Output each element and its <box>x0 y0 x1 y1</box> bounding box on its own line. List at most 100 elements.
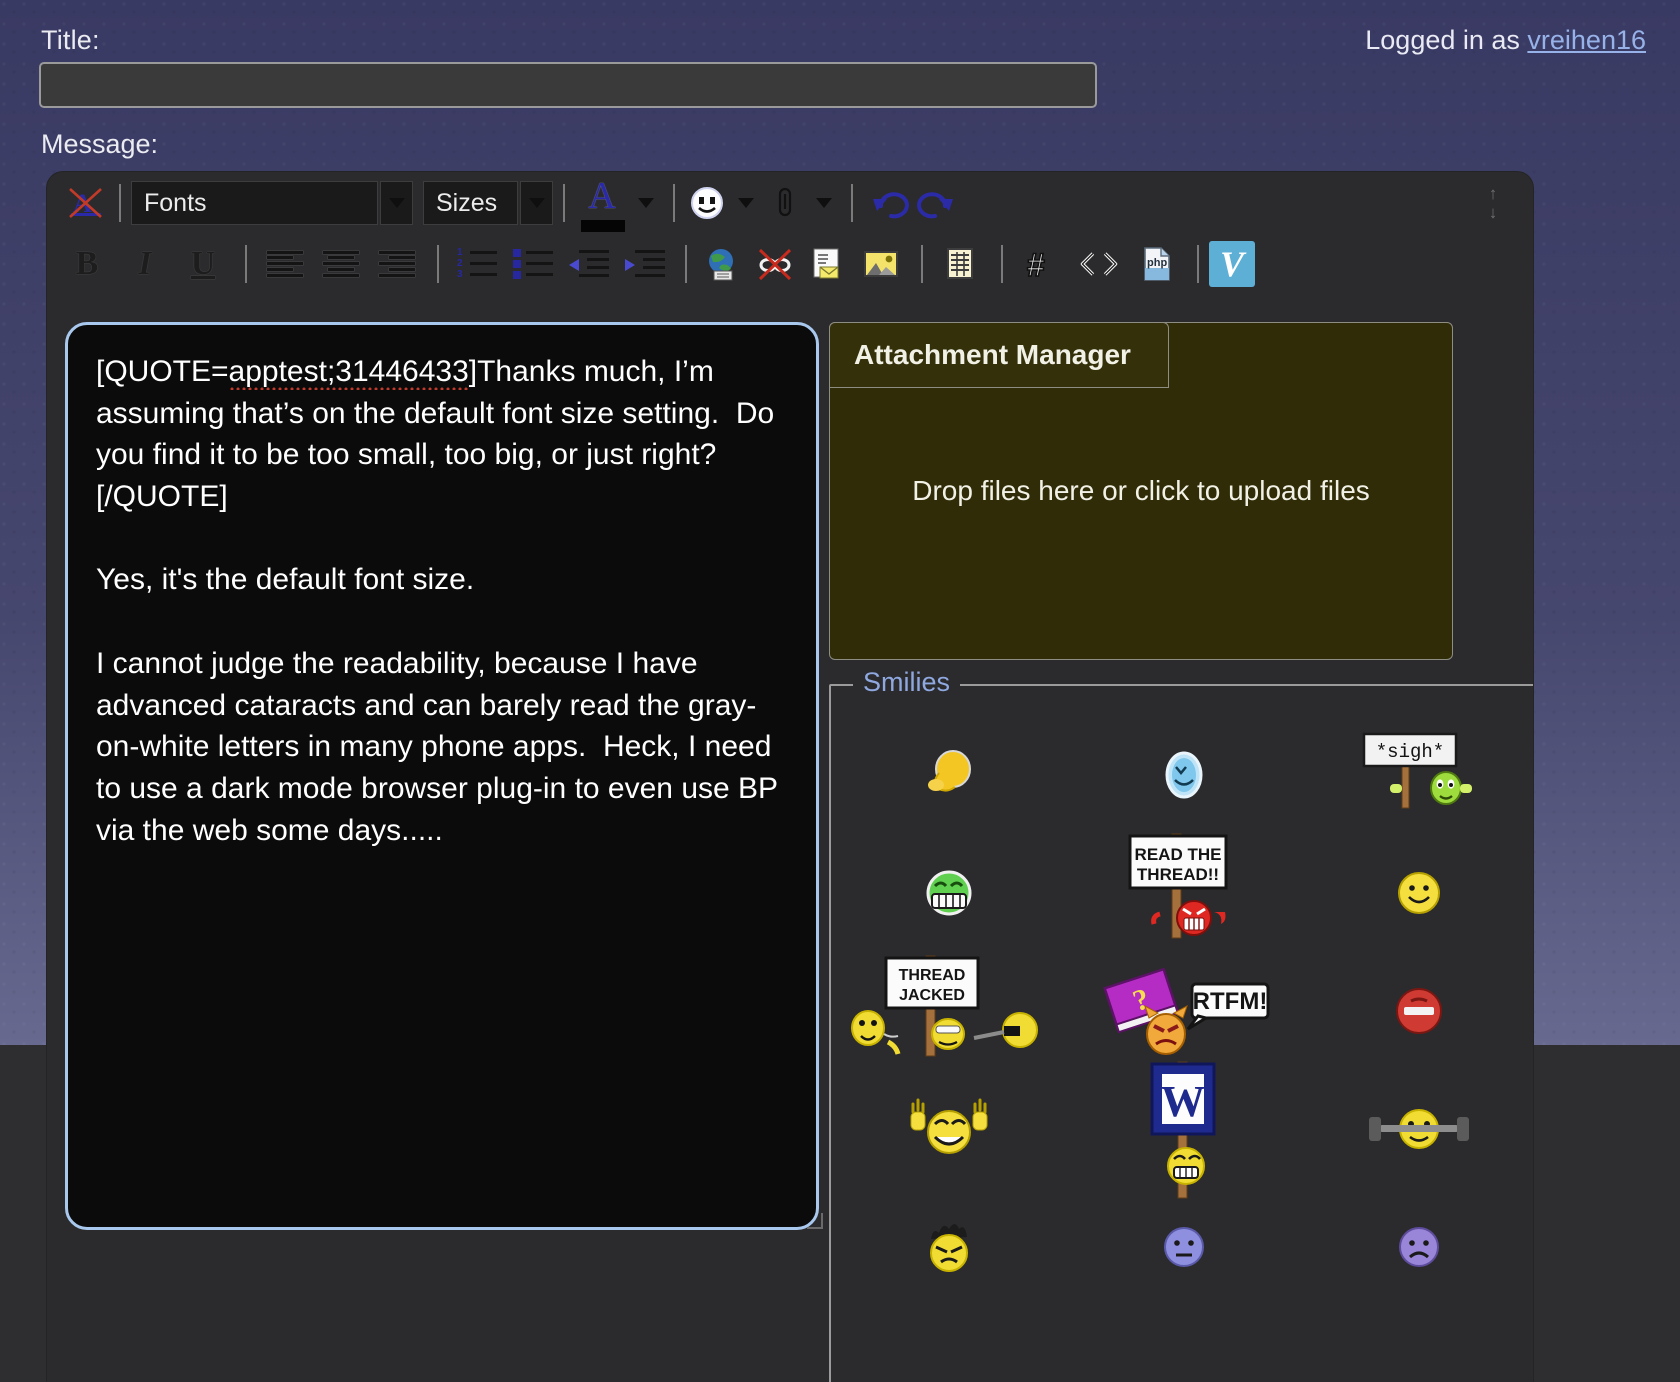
paperclip-glyph <box>778 187 792 217</box>
align-center-icon[interactable] <box>313 242 369 286</box>
insert-image-icon[interactable] <box>853 242 909 286</box>
font-family-select[interactable]: Fonts <box>131 181 378 225</box>
wysiwyg-editor: A Fonts Sizes A ↑ ↓ B I U 1 2 3 # # php … <box>47 172 1533 1382</box>
image-glyph <box>864 250 898 277</box>
align-left-glyph <box>267 250 303 277</box>
editor-work-area: [QUOTE=apptest;31446433]Thanks much, I’m… <box>47 318 1533 1382</box>
font-color-icon[interactable]: A <box>575 175 629 232</box>
smilie-angry-hair[interactable] <box>831 1188 1066 1306</box>
attachment-manager-title: Attachment Manager <box>854 339 1131 370</box>
thread-jacked-glyph: THREAD JACKED <box>850 955 1038 1057</box>
smilie-blue-neutral[interactable] <box>1066 1188 1301 1306</box>
svg-text:RTFM!: RTFM! <box>1193 988 1268 1015</box>
green-grin-glyph <box>926 870 972 916</box>
insert-code-icon[interactable] <box>1069 242 1129 286</box>
toolbar-row-2: B I U 1 2 3 # # php V <box>47 234 1533 293</box>
username-link[interactable]: vreihen16 <box>1527 25 1646 55</box>
toolbar-divider <box>563 184 565 222</box>
insert-php-icon[interactable]: php <box>1129 242 1185 286</box>
font-size-select[interactable]: Sizes <box>423 181 518 225</box>
ordered-list-glyph: 1 2 3 <box>457 247 497 279</box>
cheer-glyph <box>910 1098 988 1154</box>
smiley-dropdown-arrow[interactable] <box>729 181 763 225</box>
redo-arrow-glyph <box>917 192 953 219</box>
italic-label: I <box>138 244 152 282</box>
table-glyph <box>947 247 973 279</box>
insert-email-icon[interactable] <box>801 242 853 286</box>
attachment-dropzone-text: Drop files here or click to upload files <box>912 475 1370 506</box>
editor-resize-handle[interactable]: ↑ ↓ <box>1473 185 1513 222</box>
chevron-down-icon <box>388 198 405 208</box>
smilie-thread-jacked[interactable]: THREAD JACKED <box>831 952 1066 1070</box>
smilie-sigh-sign[interactable]: *sigh* <box>1302 716 1533 834</box>
svg-text:#: # <box>1027 247 1045 282</box>
font-color-letter: A <box>588 175 616 217</box>
toolbar-divider <box>1001 244 1003 283</box>
font-color-dropdown-arrow[interactable] <box>629 181 663 225</box>
stop-glyph <box>1396 988 1443 1034</box>
toolbar-row-1: A Fonts Sizes A ↑ ↓ <box>47 172 1533 234</box>
textarea-resize-grip[interactable] <box>807 1213 823 1229</box>
facepalm-glyph <box>927 750 971 792</box>
undo-icon[interactable] <box>869 181 913 225</box>
remove-link-icon[interactable] <box>749 242 801 286</box>
hash-glyph: # # <box>1026 246 1046 282</box>
smilies-panel: Smilies *sigh* READ THE THREAD!! THREAD … <box>829 667 1533 1382</box>
svg-text:W: W <box>1161 1077 1205 1126</box>
insert-hash-icon[interactable]: # # <box>1013 242 1069 286</box>
remove-formatting-icon[interactable]: A <box>65 181 109 225</box>
remove-formatting-glyph: A <box>69 188 102 218</box>
attachment-icon[interactable] <box>763 181 807 225</box>
sigh-sign-glyph: *sigh* <box>1363 732 1473 809</box>
form-header: Title: Logged in as vreihen16 Message: <box>0 0 1680 159</box>
code-brackets-glyph <box>1080 251 1118 276</box>
ordered-list-icon[interactable]: 1 2 3 <box>449 242 505 286</box>
indent-icon[interactable] <box>617 242 673 286</box>
align-left-icon[interactable] <box>257 242 313 286</box>
font-family-dropdown-arrow[interactable] <box>380 181 413 225</box>
insert-vimeo-icon[interactable]: V <box>1209 240 1255 287</box>
font-size-dropdown-arrow[interactable] <box>520 181 553 225</box>
svg-text:THREAD: THREAD <box>898 967 965 984</box>
globe-link-glyph <box>709 248 733 280</box>
smilie-stop-sign[interactable] <box>1302 952 1533 1070</box>
outdent-icon[interactable] <box>561 242 617 286</box>
bold-button[interactable]: B <box>65 242 109 286</box>
indent-glyph <box>625 249 665 278</box>
message-textarea[interactable]: [QUOTE=apptest;31446433]Thanks much, I’m… <box>65 322 819 1230</box>
unordered-list-icon[interactable] <box>505 242 561 286</box>
resize-down-icon: ↓ <box>1488 203 1498 222</box>
align-center-glyph <box>323 250 359 277</box>
attachment-manager-tab[interactable]: Attachment Manager <box>829 322 1169 388</box>
smilie-rtfm[interactable]: ? RTFM! <box>1066 952 1301 1070</box>
underline-button[interactable]: U <box>181 242 225 286</box>
php-file-glyph: php <box>1144 246 1170 281</box>
smilie-read-the-thread[interactable]: READ THE THREAD!! <box>1066 833 1301 952</box>
smilie-yellow-smile[interactable] <box>1302 834 1533 952</box>
font-color-swatch <box>581 220 625 232</box>
redo-icon[interactable] <box>913 181 957 225</box>
title-input[interactable] <box>39 62 1097 108</box>
email-glyph <box>813 248 839 278</box>
smiley-insert-icon[interactable] <box>685 181 729 225</box>
vimeo-letter: V <box>1219 243 1244 284</box>
insert-table-icon[interactable] <box>933 242 989 286</box>
italic-button[interactable]: I <box>123 242 167 286</box>
insert-link-icon[interactable] <box>697 242 749 286</box>
smilie-w-sign[interactable]: W <box>1066 1061 1301 1199</box>
align-right-icon[interactable] <box>369 242 425 286</box>
rtfm-glyph: ? RTFM! <box>1103 967 1270 1055</box>
outdent-glyph <box>569 249 609 278</box>
smilie-dumbbell[interactable] <box>1302 1070 1533 1188</box>
message-label: Message: <box>41 129 159 159</box>
attachment-dropdown-arrow[interactable] <box>807 181 841 225</box>
smilie-facepalm[interactable] <box>831 716 1066 834</box>
undo-arrow-glyph <box>873 192 909 219</box>
svg-text:*sigh*: *sigh* <box>1376 741 1444 763</box>
smilie-cheer[interactable] <box>831 1070 1066 1188</box>
smilie-blue-smile[interactable] <box>1066 716 1301 834</box>
smilie-green-grin[interactable] <box>831 834 1066 952</box>
smilies-grid: *sigh* READ THE THREAD!! THREAD JACKED ?… <box>831 686 1533 1382</box>
smilie-purple-sad[interactable] <box>1302 1188 1533 1306</box>
smiley-glyph <box>691 187 723 219</box>
